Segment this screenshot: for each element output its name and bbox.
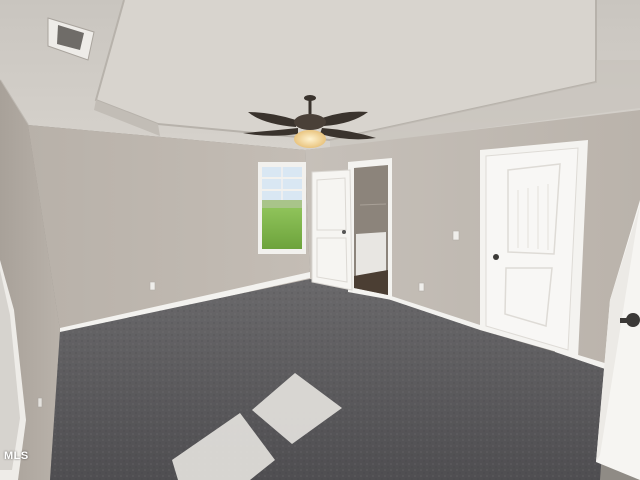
open-door: [311, 169, 353, 291]
closet-door: [480, 140, 588, 358]
fan-light: [294, 130, 326, 148]
room-illustration: [0, 0, 640, 480]
window: [258, 162, 306, 254]
wall-outlet: [149, 281, 156, 291]
bedroom-photo: MLS: [0, 0, 640, 480]
wall-outlet: [418, 282, 425, 292]
light-switch: [452, 230, 460, 241]
wall-outlet: [37, 397, 43, 408]
bathroom-doorway: [348, 158, 392, 300]
watermark-text: MLS: [4, 450, 29, 462]
